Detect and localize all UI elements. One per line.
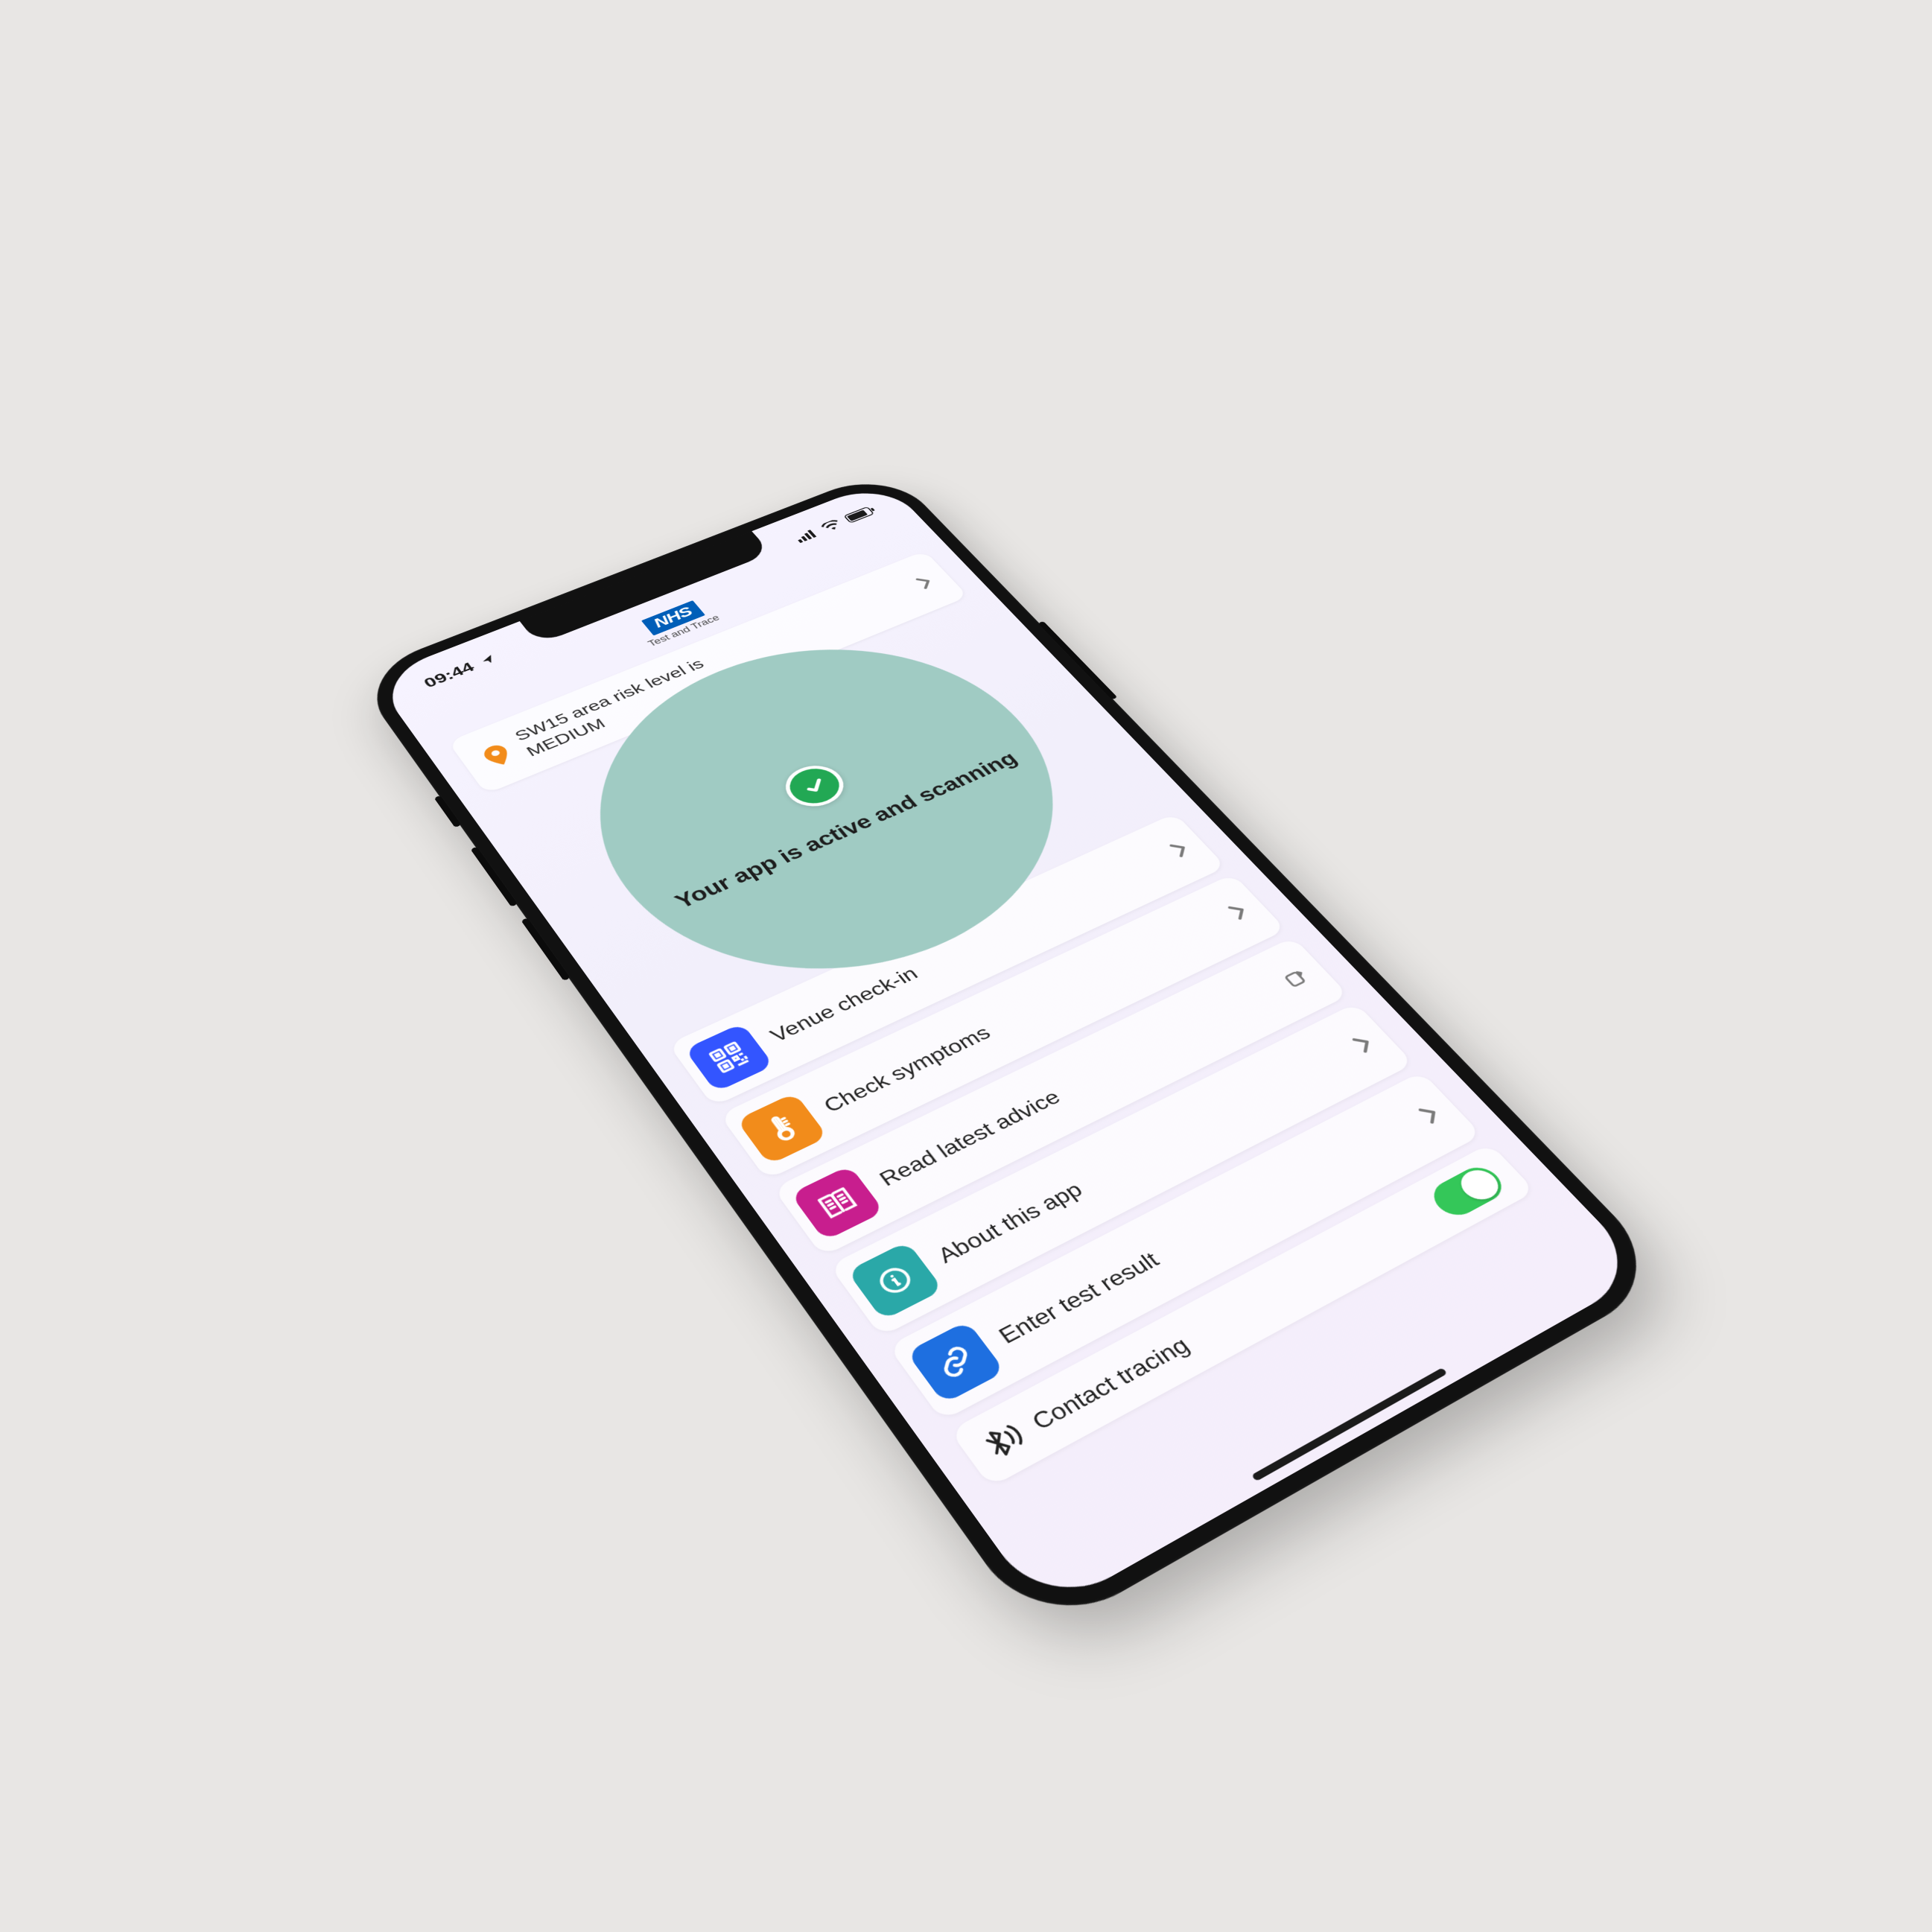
menu-item-label: Enter test result	[994, 1115, 1420, 1349]
contact-tracing-toggle[interactable]	[1426, 1161, 1510, 1221]
contact-tracing-row: Contact tracing	[950, 1143, 1536, 1487]
cellular-icon	[793, 528, 819, 543]
menu-item-label: About this app	[932, 1044, 1353, 1268]
home-indicator[interactable]	[1251, 1367, 1448, 1481]
mute-switch	[434, 795, 462, 827]
screen: 09:44 NHS Test and Trace SW15 ar	[373, 480, 1648, 1614]
chevron-right-icon	[1351, 1034, 1376, 1054]
menu-item-read-latest-advice[interactable]: Read latest advice	[773, 937, 1349, 1256]
phone-frame: 09:44 NHS Test and Trace SW15 ar	[353, 468, 1674, 1639]
menu-item-about-this-app[interactable]: About this app	[829, 1002, 1414, 1336]
chevron-right-icon	[1169, 840, 1192, 858]
location-arrow-icon	[478, 653, 498, 667]
contact-tracing-label: Contact tracing	[1026, 1204, 1434, 1435]
link-icon	[906, 1321, 1005, 1404]
chevron-right-icon	[915, 575, 935, 590]
wifi-icon	[819, 518, 844, 533]
location-pin-icon	[479, 742, 515, 769]
menu-item-label: Read latest advice	[874, 980, 1282, 1191]
bluetooth-broadcast-icon	[973, 1417, 1030, 1466]
external-link-icon	[1280, 967, 1312, 990]
qr-icon	[684, 1023, 774, 1092]
info-icon	[847, 1241, 944, 1321]
chevron-right-icon	[1227, 902, 1251, 921]
chevron-right-icon	[1417, 1104, 1443, 1125]
thermometer-icon	[736, 1093, 827, 1165]
book-icon	[790, 1165, 885, 1241]
battery-icon	[843, 505, 878, 524]
menu-item-enter-test-result[interactable]: Enter test result	[888, 1072, 1482, 1421]
